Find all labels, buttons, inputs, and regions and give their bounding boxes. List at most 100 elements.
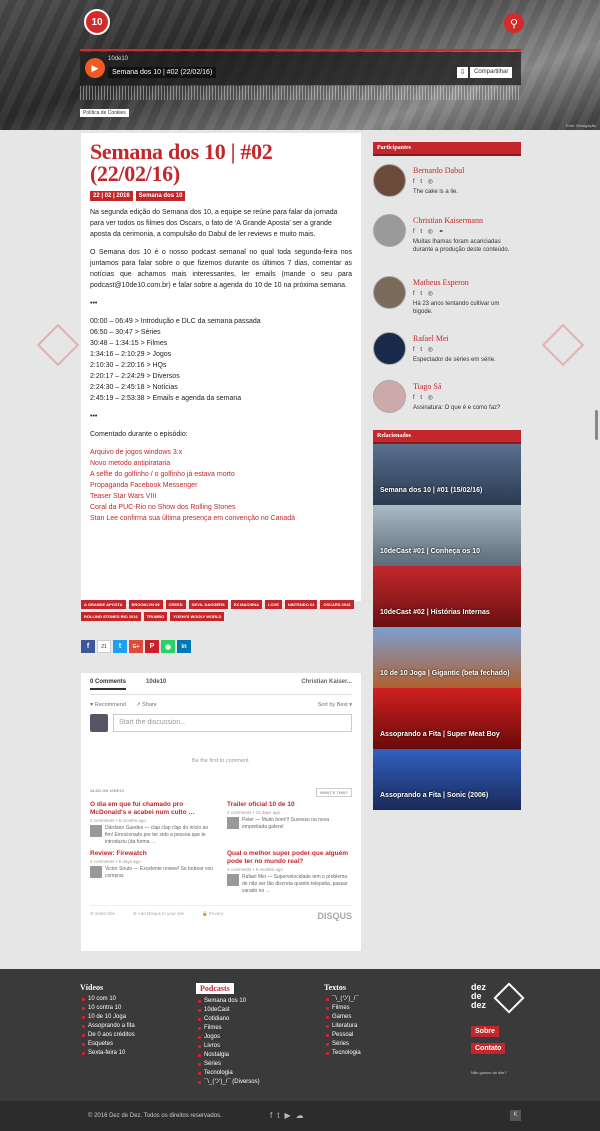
user-menu[interactable]: Christian Kaiser... [301,679,352,690]
whats-this-button[interactable]: WHAT'S THIS? [316,788,352,797]
tag[interactable]: NINTENDO 64 [284,600,318,609]
comments-tab[interactable]: 0 Comments [90,679,127,690]
sobre-button[interactable]: Sobre [471,1026,499,1037]
recommend-button[interactable]: ♥ Recommend [90,702,126,708]
footer-heading[interactable]: Podcasts [196,983,234,994]
comment-input[interactable]: Start the discussion... [113,714,352,732]
footer-link[interactable]: Filmes [196,1024,260,1033]
related-item[interactable]: 10 de 10 Joga | Gigantic (beta fechado) [373,627,521,688]
avatar[interactable] [373,214,406,247]
pinterest-icon[interactable]: P [145,640,159,653]
footer-link[interactable]: Cotidiano [196,1015,260,1024]
scrollbar[interactable] [595,410,598,440]
recommendation[interactable]: Trailer oficial 10 de 10 2 comments • 15… [227,801,352,846]
search-icon[interactable]: ⚲ [504,13,524,33]
privacy-link[interactable]: 🔒 Privacy [202,911,224,921]
footer-link[interactable]: Tecnologia [324,1049,361,1058]
disqus-logo[interactable]: DISQUS [317,911,352,921]
footer-link[interactable]: Pessoal [324,1031,361,1040]
footer-link[interactable]: Sexta-feira 10 [80,1049,135,1058]
recommendation[interactable]: Qual o melhor super poder que alguém pod… [227,850,352,895]
avatar[interactable] [373,276,406,309]
site-tab[interactable]: 10de10 [146,679,166,690]
rec-title[interactable]: Qual o melhor super poder que alguém pod… [227,850,352,866]
tag[interactable]: DEVIL DAGGERS [188,600,228,609]
footer-link[interactable]: Nostalgia [196,1051,260,1060]
footer-link[interactable]: Jogos [196,1033,260,1042]
tag[interactable]: OSCARS 2016 [320,600,354,609]
site-logo[interactable]: 10 [84,9,110,35]
related-title[interactable]: 10 de 10 Joga | Gigantic (beta fechado) [380,670,510,677]
episode-link[interactable]: Teaser Star Wars VIII [90,491,352,502]
add-disqus-link[interactable]: ⊕ Add Disqus to your site [133,911,184,921]
related-item[interactable]: Assoprando a Fita | Super Meat Boy [373,688,521,749]
footer-heading[interactable]: Textos [324,983,361,992]
player-user[interactable]: 10de10 [108,56,128,62]
soundcloud-icon[interactable]: ☁ [296,1111,304,1120]
social-icons[interactable]: f t ◎ [413,394,435,401]
linkedin-icon[interactable]: in [177,640,191,653]
share-button[interactable]: ↗ Share [136,702,157,708]
tag[interactable]: LOVE [265,600,282,609]
footer-link[interactable]: Semana dos 10 [196,997,260,1006]
related-item[interactable]: Assoprando a Fita | Sonic (2006) [373,749,521,810]
avatar[interactable] [373,164,406,197]
participant-name[interactable]: Christian Kaisermann [413,216,483,225]
tag[interactable]: BROOKLYN 99 [128,600,163,609]
social-icons[interactable]: f t ◎ [413,290,435,297]
share-button[interactable]: Compartilhar [470,67,513,78]
episode-link[interactable]: Stan Lee confirma sua última presença em… [90,513,352,524]
tag[interactable]: ROLLING STONES RIO 2016 [81,612,141,621]
participant-name[interactable]: Rafael Mei [413,334,449,343]
avatar[interactable] [373,332,406,365]
footer-link[interactable]: 10 de 10 Joga [80,1013,135,1022]
footer-link[interactable]: Séries [196,1060,260,1069]
footer-link[interactable]: Livros [196,1042,260,1051]
related-title[interactable]: Assoprando a Fita | Sonic (2006) [380,792,488,799]
footer-link[interactable]: Assoprando a fita [80,1022,135,1031]
play-icon[interactable]: ▶ [85,58,105,78]
whatsapp-icon[interactable]: ◉ [161,640,175,653]
episode-link[interactable]: Propaganda Facebook Messenger [90,480,352,491]
k-icon[interactable]: K [510,1110,521,1121]
related-title[interactable]: Semana dos 10 | #01 (15/02/16) [380,487,482,494]
cookies-link[interactable]: Política de Cookies [80,109,129,117]
twitter-icon[interactable]: t [113,640,127,653]
footer-link[interactable]: ¯\_(ツ)_/¯ [324,995,361,1004]
footer-link[interactable]: Séries [324,1040,361,1049]
footer-link[interactable]: 10deCast [196,1006,260,1015]
related-item[interactable]: Semana dos 10 | #01 (15/02/16) [373,444,521,505]
episode-link[interactable]: Novo metodo antipirataria [90,458,352,469]
social-icons[interactable]: f t ◎ ⚭ [413,228,446,235]
social-icons[interactable]: f t ◎ [413,178,435,185]
rec-title[interactable]: Trailer oficial 10 de 10 [227,801,352,809]
related-title[interactable]: 10deCast #02 | Histórias Internas [380,609,490,616]
footer-link[interactable]: ¯\_(ツ)_/¯ (Diversos) [196,1078,260,1087]
feedback-link[interactable]: Não gostou do site? [471,1070,507,1075]
rec-title[interactable]: Review: Firewatch [90,850,215,858]
footer-link[interactable]: De 0 aos créditos [80,1031,135,1040]
footer-heading[interactable]: Vídeos [80,983,135,992]
sort-dropdown[interactable]: Sort by Best ▾ [318,702,352,708]
episode-link[interactable]: Coral da PUC-Rio no Show dos Rolling Sto… [90,502,352,513]
participant-name[interactable]: Tiago Sá [413,382,441,391]
contato-button[interactable]: Contato [471,1043,506,1054]
footer-link[interactable]: Tecnologia [196,1069,260,1078]
player-title[interactable]: Semana dos 10 | #02 (22/02/16) [108,67,217,78]
recommendation[interactable]: O dia em que fui chamado pro McDonald's … [90,801,215,846]
participant-name[interactable]: Matheus Esperon [413,278,469,287]
episode-link[interactable]: A selfie do golfinho / o golfinho já est… [90,469,352,480]
subscribe-link[interactable]: ✉ Subscribe [90,911,115,921]
google-plus-icon[interactable]: G+ [129,640,143,653]
footer-link[interactable]: Games [324,1013,361,1022]
tag[interactable]: CREED [165,600,186,609]
youtube-icon[interactable]: ▶ [284,1111,290,1120]
related-title[interactable]: 10deCast #01 | Conheça os 10 [380,548,480,555]
tag[interactable]: YOSHI'S WOOLY WORLD [170,612,225,621]
tag[interactable]: A GRANDE APOSTA [81,600,126,609]
participant-name[interactable]: Bernardo Dabul [413,166,464,175]
tag[interactable]: TRUMBO [143,612,168,621]
related-item[interactable]: 10deCast #01 | Conheça os 10 [373,505,521,566]
twitter-icon[interactable]: t [277,1111,279,1120]
facebook-icon[interactable]: f [270,1111,272,1120]
